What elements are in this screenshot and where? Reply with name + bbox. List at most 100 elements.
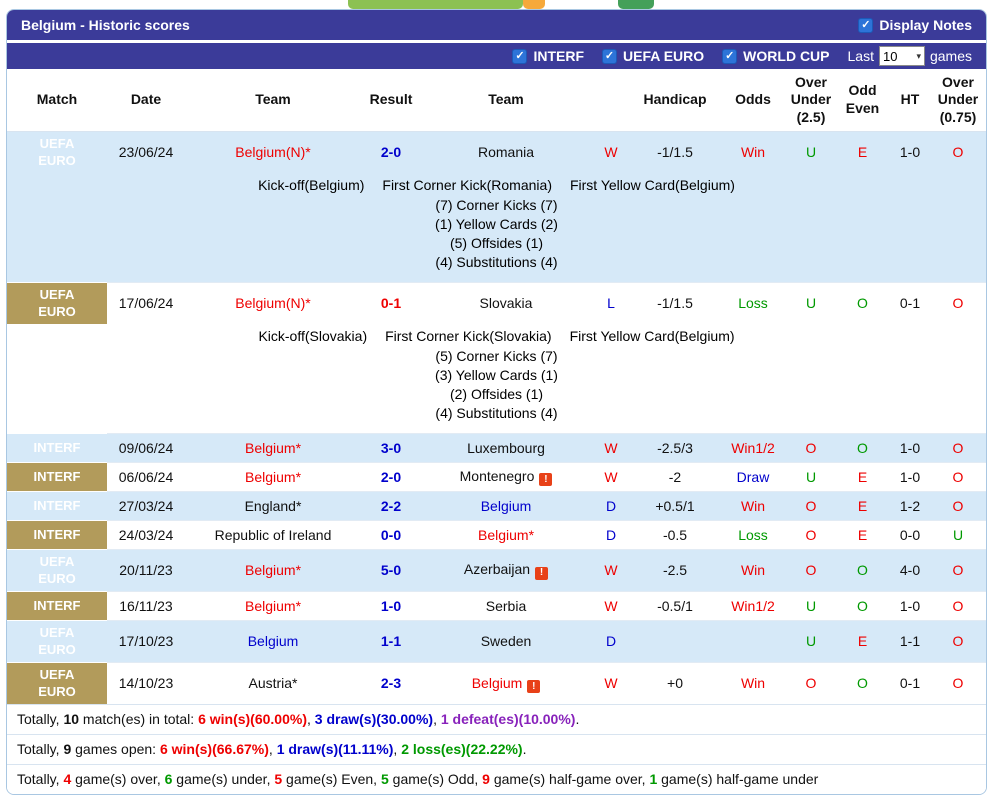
away-team-cell: Belgium* [421, 519, 591, 550]
team-name: Austria* [248, 675, 298, 692]
handicap-line: -1/1.5 [631, 281, 719, 324]
match-result: 0-1 [361, 281, 421, 324]
title-bar: Belgium - Historic scores ✓ Display Note… [7, 10, 986, 40]
notes-header-line: Kick-off(Belgium) First Corner Kick(Roman… [7, 175, 986, 196]
away-team-cell: Belgium [421, 490, 591, 521]
summary-segment: game(s) half-game over, [489, 771, 650, 788]
summary-segment: 1 [649, 771, 658, 788]
half-time-score: 1-1 [890, 619, 930, 663]
match-competition-badge: UEFA EURO [7, 130, 107, 173]
display-notes-checkbox[interactable]: ✓ [858, 17, 874, 33]
half-time-score: 1-0 [890, 432, 930, 463]
last-games-select[interactable]: 10 ▾ [878, 46, 925, 66]
half-time-score: 1-2 [890, 490, 930, 521]
filter-world-cup[interactable]: ✓ WORLD CUP [722, 48, 830, 64]
half-time-score: 0-1 [890, 661, 930, 704]
match-notes: Kick-off(Slovakia) First Corner Kick(Slov… [7, 324, 986, 434]
top-banner-fragments [6, 0, 987, 9]
odds-result: Draw [719, 461, 787, 492]
note-header-item: First Yellow Card(Belgium) [569, 176, 735, 193]
team-name: Romania [477, 143, 535, 160]
filter-uefa-euro[interactable]: ✓ UEFA EURO [602, 48, 704, 64]
match-row: INTERF 09/06/24 Belgium* 3-0 Luxembourg W -2.5… [7, 432, 986, 463]
home-team-cell: England* [185, 490, 361, 521]
odd-even: O [835, 432, 890, 463]
handicap-line: -1/1.5 [631, 130, 719, 173]
over-under-075: O [930, 661, 986, 704]
filter-label: INTERF [533, 48, 585, 64]
handicap-line: -0.5 [631, 519, 719, 550]
away-team-cell: Belgium! [421, 661, 591, 704]
match-notes: Kick-off(Belgium) First Corner Kick(Roman… [7, 172, 986, 283]
away-team-cell: Slovakia [421, 281, 591, 324]
odd-even: E [835, 461, 890, 492]
checkbox-icon[interactable]: ✓ [722, 48, 738, 64]
match-date: 23/06/24 [107, 130, 185, 173]
match-result: 0-0 [361, 519, 421, 550]
summary-segment: 6 [164, 771, 173, 788]
half-time-score: 1-0 [890, 590, 930, 621]
home-team-cell: Belgium [185, 619, 361, 663]
summary-segment: 5 [274, 771, 283, 788]
team-name: Belgium [471, 674, 523, 691]
away-team-cell: Serbia [421, 590, 591, 621]
match-date: 14/10/23 [107, 661, 185, 704]
match-date: 09/06/24 [107, 432, 185, 463]
note-header-item: First Corner Kick(Slovakia) [385, 327, 552, 344]
half-time-score: 0-1 [890, 281, 930, 324]
filter-label: WORLD CUP [743, 48, 830, 64]
team-name: Belgium* [244, 562, 302, 579]
match-notes-row: Kick-off(Belgium) First Corner Kick(Roman… [7, 172, 986, 283]
home-team-cell: Belgium* [185, 461, 361, 492]
note-header-item: Kick-off(Slovakia) [258, 327, 368, 344]
odd-even: O [835, 281, 890, 324]
odds-result: Win [719, 490, 787, 521]
col-header-odds: Odds [719, 69, 787, 132]
home-team-cell: Republic of Ireland [185, 519, 361, 550]
display-notes-toggle[interactable]: ✓ Display Notes [858, 17, 972, 33]
match-row: UEFA EURO 20/11/23 Belgium* 5-0 Azerbaijan! W… [7, 548, 986, 592]
col-header-over-under-2-5: Over Under (2.5) [787, 69, 835, 132]
summary-segment: game(s) Odd, [388, 771, 483, 788]
summary-segment: 3 draw(s)(30.00%) [314, 711, 434, 728]
handicap-line: -2.5/3 [631, 432, 719, 463]
team-name: Sweden [480, 633, 532, 650]
filter-interf[interactable]: ✓ INTERF [512, 48, 584, 64]
match-competition-badge: INTERF [7, 590, 107, 621]
checkbox-icon[interactable]: ✓ [602, 48, 618, 64]
odd-even: O [835, 661, 890, 704]
handicap-outcome: W [591, 461, 631, 492]
over-under-075: O [930, 432, 986, 463]
over-under-075: U [930, 519, 986, 550]
banner-fragment [523, 0, 545, 9]
match-date: 27/03/24 [107, 490, 185, 521]
summary-segment: Totally, [17, 711, 64, 728]
handicap-line: -0.5/1 [631, 590, 719, 621]
team-name: Belgium [247, 633, 299, 650]
handicap-line: -2.5 [631, 548, 719, 592]
note-line: (5) Corner Kicks (7) [435, 347, 558, 364]
summary-segment: , [433, 711, 441, 728]
match-result: 3-0 [361, 432, 421, 463]
team-name: Slovakia [479, 295, 533, 312]
team-name: Serbia [485, 597, 527, 614]
col-header-date: Date [107, 69, 185, 132]
handicap-outcome: D [591, 490, 631, 521]
col-header-outcome [591, 69, 631, 132]
over-under-075: O [930, 461, 986, 492]
notes-header-line: Kick-off(Slovakia) First Corner Kick(Slov… [7, 326, 986, 347]
summary-segment: game(s) Even, [282, 771, 381, 788]
checkbox-icon[interactable]: ✓ [512, 48, 528, 64]
home-team-cell: Belgium(N)* [185, 130, 361, 173]
over-under-25: U [787, 461, 835, 492]
home-team-cell: Belgium* [185, 548, 361, 592]
summary-segment: game(s) half-game under [657, 771, 819, 788]
handicap-outcome: W [591, 130, 631, 173]
page: Belgium - Historic scores ✓ Display Note… [0, 0, 993, 795]
note-line: (4) Substitutions (4) [435, 253, 558, 270]
filter-bar: ✓ INTERF ✓ UEFA EURO ✓ WORLD CUP Last 10 ▾ ga… [7, 40, 986, 69]
match-row: UEFA EURO 17/06/24 Belgium(N)* 0-1 Slovakia L… [7, 281, 986, 324]
panel-title: Belgium - Historic scores [21, 17, 190, 33]
note-header-item: First Corner Kick(Romania) [382, 176, 552, 193]
handicap-outcome: W [591, 590, 631, 621]
